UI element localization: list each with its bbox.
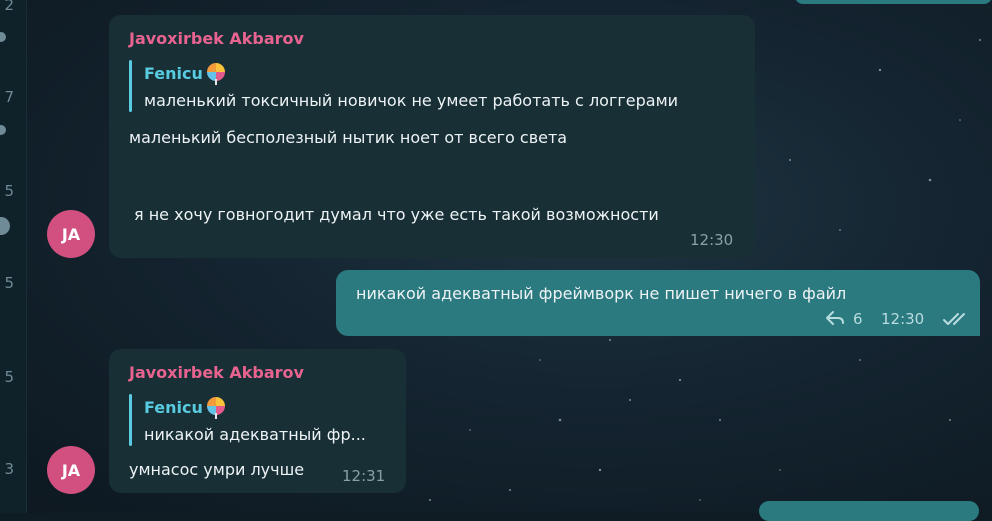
incoming-message[interactable]: Javoxirbek Akbarov Fenicu маленький токс…	[109, 15, 755, 258]
message-time: 12:30	[881, 310, 925, 328]
chat-list-count: 7	[4, 88, 14, 106]
chat-list-edge[interactable]: 2 7 5 5 5 3	[0, 0, 27, 513]
outgoing-message[interactable]: никакой адекватный фреймворк не пишет ни…	[336, 270, 980, 336]
chat-list-count: 3	[4, 460, 14, 478]
message-text: умнасос умри лучше	[129, 460, 305, 479]
chat-list-count: 5	[4, 368, 14, 386]
chat-list-count: 2	[4, 0, 14, 14]
double-check-icon	[943, 313, 965, 325]
reply-quote-name[interactable]: Fenicu	[144, 397, 225, 419]
outgoing-message-partial[interactable]	[759, 501, 979, 521]
reply-quote-text[interactable]: никакой адекватный фр...	[144, 425, 366, 444]
pin-icon	[0, 125, 6, 135]
reply-bar	[129, 394, 132, 446]
sender-name[interactable]: Javoxirbek Akbarov	[129, 363, 304, 382]
reply-bar	[129, 60, 132, 112]
message-text: никакой адекватный фреймворк не пишет ни…	[356, 284, 847, 303]
reply-quote-text[interactable]: маленький токсичный новичок не умеет раб…	[144, 91, 678, 110]
message-time: 12:30	[690, 231, 734, 249]
pin-icon	[0, 32, 6, 42]
chat-list-count: 5	[4, 274, 14, 292]
reply-sender: Fenicu	[144, 64, 203, 83]
outgoing-message-partial[interactable]	[795, 0, 992, 4]
chat-list-count: 5	[4, 182, 14, 200]
reply-arrow-icon[interactable]	[825, 310, 845, 326]
message-text: я не хочу говногодит думал что уже есть …	[134, 205, 659, 224]
avatar[interactable]: JA	[47, 210, 95, 258]
incoming-message[interactable]: Javoxirbek Akbarov Fenicu никакой адеква…	[109, 349, 406, 493]
lollipop-emoji-icon	[206, 397, 225, 419]
reply-sender: Fenicu	[144, 398, 203, 417]
reply-quote-name[interactable]: Fenicu	[144, 63, 225, 85]
sender-name[interactable]: Javoxirbek Akbarov	[129, 29, 304, 48]
lollipop-emoji-icon	[206, 63, 225, 85]
avatar[interactable]: JA	[47, 446, 95, 494]
message-time: 12:31	[342, 467, 386, 485]
unread-badge-icon	[0, 217, 10, 235]
replies-count[interactable]: 6	[853, 310, 863, 328]
message-text: маленький бесполезный нытик ноет от всег…	[129, 128, 568, 147]
